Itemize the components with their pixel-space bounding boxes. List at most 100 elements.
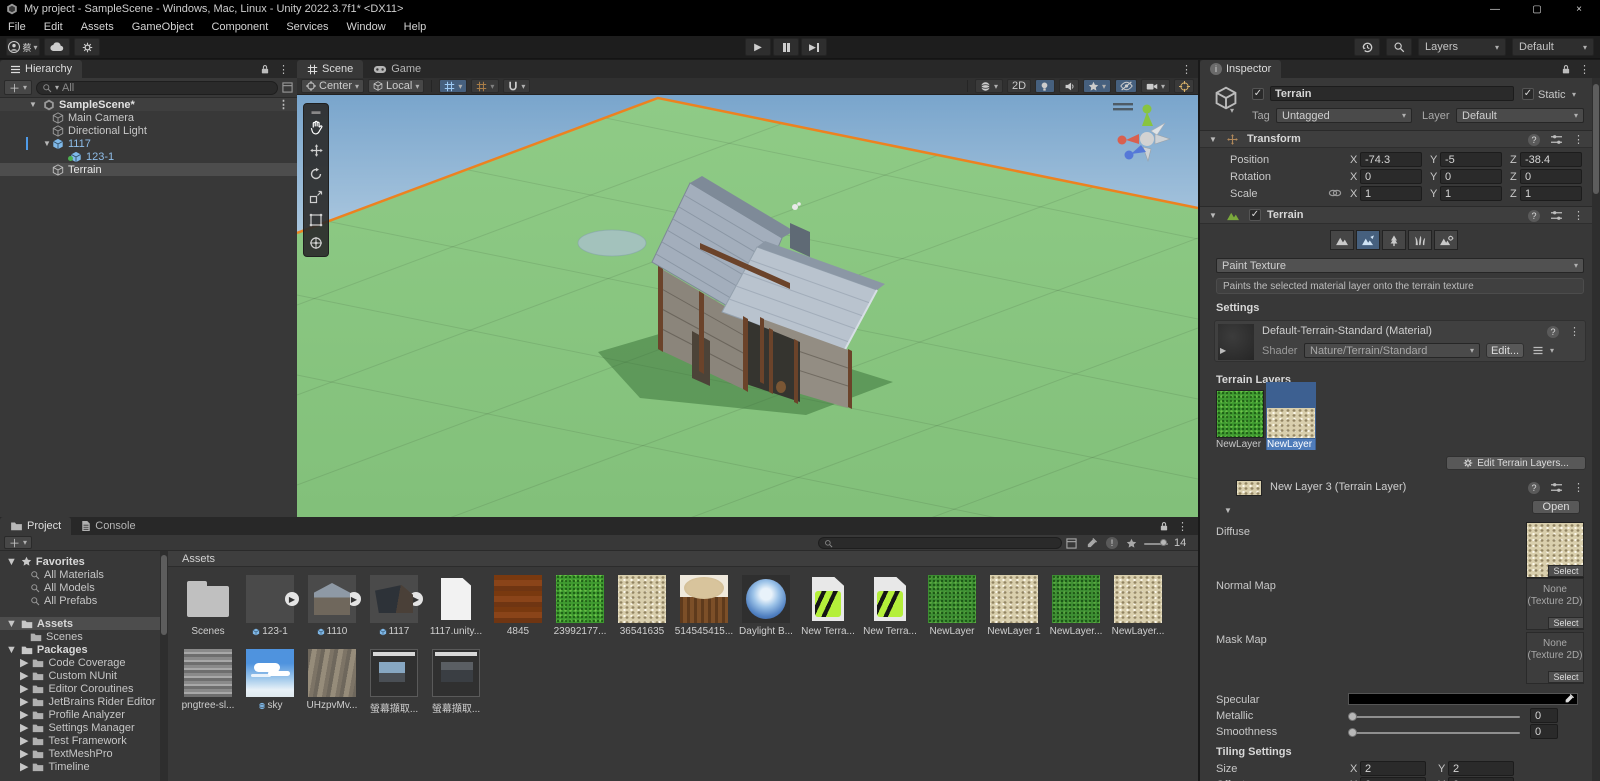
menu-assets[interactable]: Assets: [81, 21, 114, 33]
asset-new-terrain-1[interactable]: New Terra...: [797, 575, 859, 637]
object-name-field[interactable]: Terrain: [1270, 86, 1514, 101]
hierarchy-search-input[interactable]: ▾ All: [36, 80, 278, 95]
position-y-field[interactable]: -5: [1440, 152, 1502, 167]
help-icon[interactable]: ?: [1528, 481, 1540, 494]
presets-icon[interactable]: [1550, 134, 1563, 145]
lock-icon[interactable]: [1561, 64, 1571, 75]
game-tab[interactable]: Game: [363, 60, 431, 78]
palette-drag-handle[interactable]: ▬: [312, 106, 321, 116]
screenshot-thumb[interactable]: [432, 649, 480, 697]
texture-thumb[interactable]: [494, 575, 542, 623]
package-textmeshpro[interactable]: ▶ TextMeshPro: [0, 747, 160, 761]
help-icon[interactable]: ?: [1547, 325, 1559, 338]
foldout-icon[interactable]: ▼: [1200, 135, 1226, 144]
chevron-down-icon[interactable]: ▾: [1550, 346, 1554, 355]
package-test-framework[interactable]: ▶ Test Framework: [0, 734, 160, 748]
menu-component[interactable]: Component: [211, 21, 268, 33]
foldout-icon[interactable]: ▼: [1200, 211, 1226, 220]
asset-daylight-skybox[interactable]: Daylight B...: [735, 575, 797, 637]
asset-1110[interactable]: ▶ 1110: [301, 575, 363, 637]
menu-services[interactable]: Services: [286, 21, 328, 33]
scene-viewport[interactable]: ▬: [297, 95, 1198, 517]
package-editor-coroutines[interactable]: ▶ Editor Coroutines: [0, 682, 160, 696]
hierarchy-tab[interactable]: Hierarchy: [0, 60, 83, 78]
metallic-slider[interactable]: [1350, 716, 1520, 718]
fav-all-prefabs[interactable]: All Prefabs: [0, 594, 160, 607]
search-by-label-icon[interactable]: [1086, 538, 1097, 549]
menu-gameobject[interactable]: GameObject: [132, 21, 194, 33]
layer-thumb[interactable]: [928, 575, 976, 623]
hidden-packages-icon[interactable]: !: [1106, 537, 1118, 549]
layout-dropdown[interactable]: Default ▾: [1512, 38, 1594, 56]
scale-z-field[interactable]: 1: [1520, 186, 1582, 201]
create-asset-button[interactable]: ＋ ▾: [4, 536, 33, 550]
kebab-menu-icon[interactable]: ⋮: [1177, 520, 1188, 533]
fav-all-models[interactable]: All Models: [0, 581, 160, 594]
model-thumb[interactable]: ▶: [370, 575, 423, 623]
material-foldout-icon[interactable]: ▶: [1220, 346, 1226, 355]
hierarchy-item-123-1[interactable]: 123-1: [0, 150, 297, 163]
transform-tool[interactable]: [304, 231, 328, 254]
asset-new-terrain-2[interactable]: New Terra...: [859, 575, 921, 637]
size-y-field[interactable]: 2: [1448, 761, 1514, 776]
rotation-y-field[interactable]: 0: [1440, 169, 1502, 184]
menu-help[interactable]: Help: [404, 21, 427, 33]
terrain-settings-tool[interactable]: [1434, 230, 1458, 250]
layer-foldout-icon[interactable]: ▼: [1224, 506, 1232, 515]
kebab-menu-icon[interactable]: ⋮: [1573, 209, 1584, 222]
asset-1117[interactable]: ▶ 1117: [363, 575, 425, 637]
account-button[interactable]: 蔡 ▾: [6, 38, 40, 56]
paint-terrain-tool[interactable]: [1356, 230, 1380, 250]
asset-4845[interactable]: 4845: [487, 575, 549, 637]
offset-y-field[interactable]: 0: [1448, 777, 1514, 781]
snap-increment-dropdown[interactable]: ▾: [503, 79, 531, 93]
expand-play-icon[interactable]: ▶: [409, 592, 423, 606]
foldout-icon[interactable]: ▼: [28, 100, 38, 109]
texture-thumb[interactable]: [680, 575, 728, 623]
asset-newlayer-1[interactable]: NewLayer 1: [983, 575, 1045, 637]
file-thumb[interactable]: [432, 575, 480, 623]
folder-packages[interactable]: ▼ Packages: [0, 643, 160, 656]
project-tab[interactable]: Project: [0, 517, 72, 535]
hidden-objects-toggle[interactable]: [1114, 79, 1137, 93]
scale-x-field[interactable]: 1: [1360, 186, 1422, 201]
shader-edit-button[interactable]: Edit...: [1486, 343, 1524, 358]
asset-newlayer-3[interactable]: NewLayer...: [1107, 575, 1169, 637]
paint-trees-tool[interactable]: [1382, 230, 1406, 250]
smoothness-slider[interactable]: [1350, 732, 1520, 734]
asset-scenes[interactable]: Scenes: [177, 575, 239, 637]
kebab-menu-icon[interactable]: ⋮: [1573, 133, 1584, 146]
prefab-thumb[interactable]: ▶: [246, 575, 299, 623]
tool-handle-pivot-dropdown[interactable]: Center ▾: [301, 79, 365, 93]
foldout-icon[interactable]: ▼: [6, 556, 17, 568]
expand-play-icon[interactable]: ▶: [347, 592, 361, 606]
position-x-field[interactable]: -74.3: [1360, 152, 1422, 167]
foldout-icon[interactable]: ▼: [6, 644, 17, 656]
layer-thumb[interactable]: [1114, 575, 1162, 623]
presets-icon[interactable]: [1550, 482, 1563, 493]
static-dropdown-icon[interactable]: ▾: [1572, 90, 1576, 99]
menu-file[interactable]: File: [8, 21, 26, 33]
rotate-tool[interactable]: [304, 162, 328, 185]
camera-settings-dropdown[interactable]: ▾: [1140, 79, 1170, 93]
minimize-button[interactable]: —: [1474, 0, 1516, 18]
lock-icon[interactable]: [1159, 521, 1169, 532]
paint-mode-dropdown[interactable]: Paint Texture ▾: [1216, 258, 1584, 273]
console-tab[interactable]: Console: [71, 517, 145, 535]
services-gear-button[interactable]: [74, 38, 100, 56]
help-icon[interactable]: ?: [1528, 133, 1540, 146]
tool-handle-rotation-dropdown[interactable]: Local ▾: [368, 79, 425, 93]
scene-tab[interactable]: Scene: [297, 60, 364, 78]
asset-newlayer[interactable]: NewLayer: [921, 575, 983, 637]
hierarchy-item-main-camera[interactable]: Main Camera: [0, 111, 297, 124]
skybox-thumb[interactable]: [742, 575, 790, 623]
kebab-menu-icon[interactable]: ⋮: [1569, 325, 1580, 338]
metallic-value-field[interactable]: 0: [1530, 708, 1558, 723]
terrain-layer-newlayer3[interactable]: [1267, 408, 1315, 438]
asset-screenshot-2[interactable]: 螢幕擷取...: [425, 649, 487, 715]
lighting-toggle[interactable]: [1034, 79, 1055, 93]
scrollbar-thumb[interactable]: [161, 555, 167, 635]
gizmos-toggle[interactable]: [1174, 79, 1194, 93]
terrain-asset-thumb[interactable]: [866, 575, 914, 623]
kebab-menu-icon[interactable]: ⋮: [278, 63, 289, 76]
